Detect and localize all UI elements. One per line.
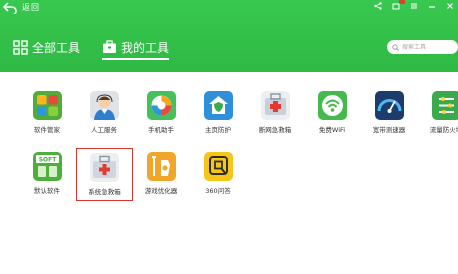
svg-text:SOFT: SOFT [38,157,57,164]
tool-free-wifi[interactable]: 免费WiFi [307,91,357,143]
menu-icon[interactable] [409,2,418,11]
tool-label: 免费WiFi [318,126,346,134]
tool-human-service[interactable]: 人工服务 [79,91,129,143]
human-service-icon [89,91,119,120]
mobile-assistant-icon [146,91,176,120]
window-controls [373,0,454,12]
tool-system-first-aid[interactable]: 系统急救箱 [76,148,133,201]
tool-label: 宽带测速器 [372,126,406,134]
qa-icon [203,152,233,181]
tool-label: 断网急救箱 [258,126,292,134]
tool-homepage-protection[interactable]: 主页防护 [193,91,243,143]
close-icon[interactable] [445,2,454,11]
tool-label: 游戏优化器 [144,187,178,195]
tool-broadband-speed[interactable]: 宽带测速器 [364,91,414,143]
tool-label: 系统急救箱 [88,188,121,196]
tab-all-tools-label: 全部工具 [32,40,81,55]
tool-label: 手机助手 [148,126,174,134]
default-software-icon: SOFT [32,152,62,181]
tool-360-qa[interactable]: 360问答 [193,152,243,204]
grid-icon [13,39,28,55]
tool-label: 人工服务 [91,126,117,134]
traffic-firewall-icon [431,91,458,120]
homepage-protection-icon [203,91,233,120]
tab-my-tools[interactable]: 我的工具 [102,37,170,60]
search-icon[interactable] [392,43,399,51]
back-button[interactable]: 返回 [3,0,40,15]
tool-software-manager[interactable]: 软件管家 [22,91,72,143]
tool-label: 360问答 [205,187,231,195]
tab-bar: 全部工具 我的工具 [13,37,170,60]
broadband-speed-icon [374,91,404,120]
tool-label: 主页防护 [205,126,231,134]
tool-traffic-firewall[interactable]: 流量防火墙 [421,91,458,143]
back-label: 返回 [22,3,40,12]
tab-my-tools-label: 我的工具 [121,40,170,55]
tool-label: 流量防火墙 [429,126,458,134]
tool-network-first-aid[interactable]: 断网急救箱 [250,91,300,143]
tab-all-tools[interactable]: 全部工具 [13,37,80,57]
header-bar: 返回 全部工具 我的工具 搜索工具 [0,0,458,72]
notification-badge [399,0,405,4]
search-input[interactable] [402,43,458,51]
back-arrow-icon [3,1,17,14]
minimize-icon[interactable] [427,2,436,11]
tool-label: 软件管家 [34,126,60,134]
system-first-aid-icon [90,153,119,182]
tool-label: 默认软件 [34,187,60,195]
network-first-aid-icon [260,91,290,120]
tool-game-optimizer[interactable]: 游戏优化器 [136,152,186,204]
tool-mobile-assistant[interactable]: 手机助手 [136,91,186,143]
search-box [387,40,458,54]
game-optimizer-icon [146,152,176,181]
toolbox-icon [103,40,117,53]
tool-default-software[interactable]: SOFT 默认软件 [22,152,72,204]
software-manager-icon [32,91,62,120]
share-icon[interactable] [373,2,382,11]
free-wifi-icon [317,91,347,120]
notification-icon[interactable] [391,0,405,11]
